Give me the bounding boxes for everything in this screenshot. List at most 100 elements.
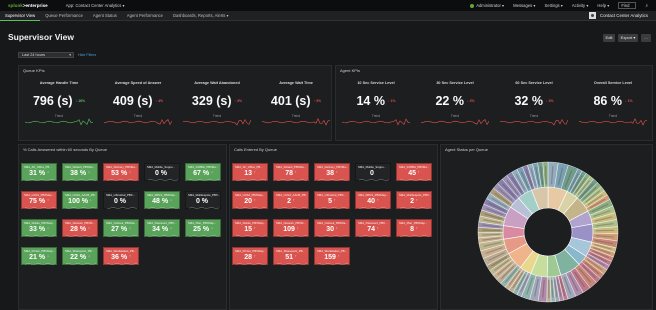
tab-queue-performance[interactable]: Queue Performance	[40, 11, 88, 21]
tile-value: 33 %	[29, 226, 46, 233]
kpi-card[interactable]: 30 Sec Service Level 22 % ↓ 2% Trend	[415, 74, 495, 136]
find-field[interactable]: Find	[618, 2, 637, 9]
tile-queue-name: SMA_Default_PBXMa...	[65, 165, 95, 169]
tile-queue-name: SMA_IOMBH_PBXMa...	[399, 165, 430, 169]
tile-sparkline	[148, 207, 178, 209]
tile-value: 15	[244, 226, 252, 233]
kpi-card[interactable]: 10 Sec Service Level 14 % ↓ 1% Trend	[336, 74, 416, 136]
queue-tile[interactable]: SMA_Printer_PBXMap... 21 % ↓	[21, 247, 57, 265]
kpi-card[interactable]: 60 Sec Service Level 32 % ↓ 3% Trend	[494, 74, 574, 136]
tile-sparkline-chart	[66, 263, 96, 265]
export-button[interactable]: Export ▾	[618, 34, 638, 42]
menu-messages[interactable]: Messages ▾	[513, 3, 535, 8]
tile-value: 22 %	[70, 254, 87, 261]
queue-tile[interactable]: SMA_Network_PBXM... 109 ↑	[273, 219, 309, 237]
tab-supervisor-view[interactable]: Supervisor View	[0, 11, 41, 21]
queue-tile[interactable]: SMA_Password_PBX... 34 % ↓	[144, 219, 180, 237]
queue-tile[interactable]: SMA_AF_Office_PB... 13 ↑	[232, 163, 268, 181]
kpi-value: 409 (s)	[112, 94, 153, 108]
kpi-card[interactable]: Average Speed of Answer 409 (s) ↑ 4% Trend	[98, 74, 178, 136]
queue-tile[interactable]: SMA_Network_PBXM... 28 % ↑	[62, 219, 98, 237]
queue-tile[interactable]: SMA_Mobilespots_PBX... 2 ↑	[396, 191, 432, 209]
tile-value-row: 0	[356, 170, 390, 177]
kpi-value-row: 86 % ↓ 1%	[573, 94, 653, 108]
queue-tile[interactable]: SMA_Mobile_PBXMap... 33 % ↓	[21, 219, 57, 237]
top-bar: splunk>enterprise App: Contact Center An…	[0, 0, 656, 11]
queue-tile[interactable]: SMA_LiftnotCal_PBX... 5 ↑	[314, 191, 350, 209]
queue-tile[interactable]: SMA_Mobile_Suppo... 0	[355, 163, 391, 181]
time-range-picker[interactable]: Last 24 hours ▾	[18, 52, 74, 58]
kpi-card[interactable]: Average Handle Time 796 (s) ↓ 16% Trend	[19, 74, 99, 136]
queue-tile[interactable]: SMA_Plan_PBXMap... 8 ↑	[396, 219, 432, 237]
tile-sparkline	[107, 179, 137, 181]
tile-sparkline	[359, 207, 389, 209]
hide-filters-link[interactable]: Hide Filters	[78, 53, 96, 57]
tile-value: 109	[283, 226, 295, 233]
queue-tile[interactable]: SMA_Workstation_PB... 159 ↑	[314, 247, 350, 265]
queue-tile[interactable]: SMA_LUNA_AACB_PB... 2 ↑	[273, 191, 309, 209]
queue-tile[interactable]: SMA_AF_Office_PB... 31 % ↓	[21, 163, 57, 181]
tile-sparkline	[318, 263, 348, 265]
tile-queue-name: SMA_Plan_PBXMap...	[188, 221, 217, 225]
queue-tile[interactable]: SMA_LUNA_PBXMap... 75 % ↑	[21, 191, 57, 209]
queue-tile[interactable]: SMA_IOMBH_PBXMa... 45 ↑	[396, 163, 432, 181]
queue-tile[interactable]: SMA_MPLS_PBXMap... 48 % ↓	[144, 191, 180, 209]
queue-tile[interactable]: SMA_LUNA_AACB_PB... 100 % ↓	[62, 191, 98, 209]
tab-agent-performance[interactable]: Agent Performance	[122, 11, 168, 21]
queue-tile[interactable]: SMA_Mobile_Suppo... 0 %	[144, 163, 180, 181]
queue-tile[interactable]: SMA_Workstation_PB... 36 % ↑	[103, 247, 139, 265]
tile-value-row: 22 % ↓	[63, 254, 97, 261]
search-icon[interactable]: ⌕	[645, 3, 648, 8]
queue-tile[interactable]: SMA_Mobilespots_PBX... 0 %	[185, 191, 221, 209]
queue-tile[interactable]: SMA_Password_PBX... 74 ↑	[355, 219, 391, 237]
queue-tile[interactable]: SMA_Plan_PBXMap... 25 % ↓	[185, 219, 221, 237]
kpi-delta: ↓ 1%	[624, 98, 633, 103]
app-menu[interactable]: App: Contact Center Analytics ▾	[66, 3, 125, 8]
kpi-card[interactable]: Overall Service Level 86 % ↓ 1% Trend	[573, 74, 653, 136]
splunk-logo[interactable]: splunk>enterprise	[8, 3, 48, 8]
sparkline	[104, 119, 172, 126]
edit-button[interactable]: Edit	[603, 34, 615, 42]
queue-tile[interactable]: SMA_MPLS_PBXMap... 40 ↑	[355, 191, 391, 209]
menu-activity[interactable]: Activity ▾	[572, 3, 589, 8]
kpi-delta: ↑ 4%	[155, 98, 164, 103]
menu-settings[interactable]: Settings ▾	[544, 3, 562, 8]
queue-tile[interactable]: SMA_Mobile_PBXMap... 15 ↑	[232, 219, 268, 237]
queue-tile[interactable]: SMA_Sharepoint_PB... 51 ↑	[273, 247, 309, 265]
trend-arrow-icon: ↓	[88, 254, 90, 258]
kpi-delta: ↑ 3%	[313, 98, 322, 103]
queue-tile[interactable]: SMA_Delivery_PBXMa... 38 ↑	[314, 163, 350, 181]
queue-tile[interactable]: SMA_Default_PBXMa... 78 ↑	[273, 163, 309, 181]
panel-title: Queue KPIs	[23, 68, 45, 73]
menu-help[interactable]: Help ▾	[597, 3, 609, 8]
queue-tile[interactable]: SMA_Outlook_PBXMa... 30 ↑	[314, 219, 350, 237]
tab-agent-status[interactable]: Agent Status	[88, 11, 122, 21]
trend-arrow-icon: ↑	[129, 170, 131, 174]
tile-queue-name: SMA_LUNA_PBXMap...	[24, 193, 55, 197]
menu-administrator[interactable]: Administrator ▾	[470, 3, 504, 8]
queue-tile[interactable]: SMA_Printer_PBXMap... 28 ↑	[232, 247, 268, 265]
calls-answered-panel: % Calls Answered within 60 seconds By Qu…	[18, 144, 227, 310]
queue-tile[interactable]: SMA_Default_PBXMa... 38 % ↓	[62, 163, 98, 181]
queue-tile[interactable]: SMA_IOMBH_PBXMa... 67 % ↓	[185, 163, 221, 181]
queue-tile[interactable]: SMA_LUNA_PBXMap... 20 ↑	[232, 191, 268, 209]
tile-value: 74	[367, 226, 375, 233]
sparkline	[342, 118, 410, 126]
queue-tile[interactable]: SMA_LiftnotCal_PBX... 0 %	[103, 191, 139, 209]
tile-value: 0 %	[113, 198, 127, 205]
tile-sparkline-chart	[359, 179, 389, 181]
kpi-title: 60 Sec Service Level	[515, 81, 553, 85]
queue-tile[interactable]: SMA_Delivery_PBXMa... 53 % ↑	[103, 163, 139, 181]
page-title: Supervisor View	[8, 32, 74, 42]
tile-queue-name: SMA_Password_PBX...	[358, 221, 388, 225]
queue-tile[interactable]: SMA_Outlook_PBXMa... 27 % ↓	[103, 219, 139, 237]
kpi-card[interactable]: Average Wait Abandoned 329 (s) ↑ 3% Trend	[177, 74, 257, 136]
more-button[interactable]: ...	[641, 34, 651, 42]
trend-arrow-icon: ↑	[254, 226, 256, 230]
kpi-card[interactable]: Average Wait Time 401 (s) ↑ 3% Trend	[256, 74, 336, 136]
tile-value-row: 159 ↑	[315, 254, 349, 261]
queue-tile[interactable]: SMA_Sharepoint_PB... 22 % ↓	[62, 247, 98, 265]
sunburst-chart[interactable]	[473, 157, 623, 307]
tab-dashboards-reports-alerts[interactable]: Dashboards, Reports, Alerts ▾	[168, 11, 234, 21]
tile-value: 48 %	[152, 198, 169, 205]
